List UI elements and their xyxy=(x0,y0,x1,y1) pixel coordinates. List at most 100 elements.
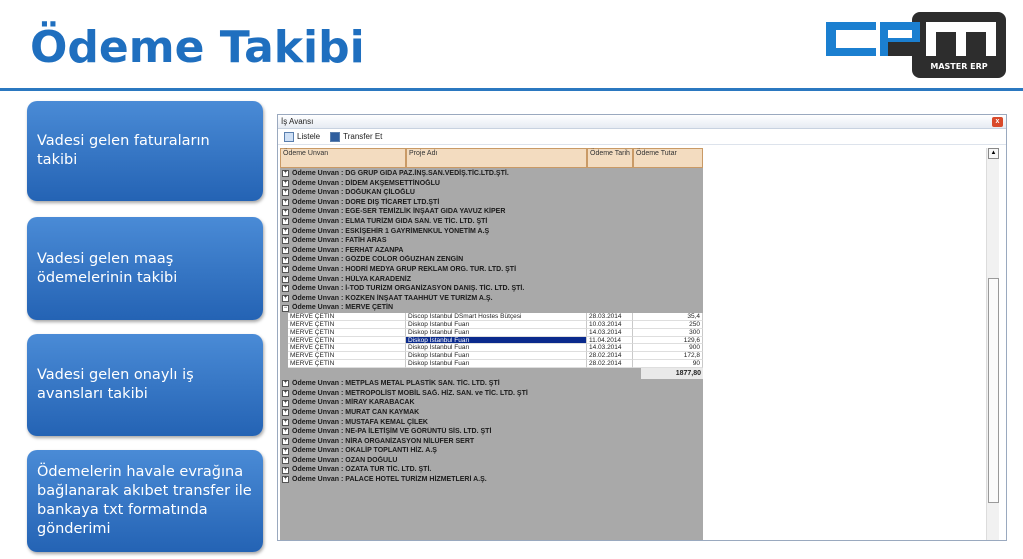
collapse-icon[interactable]: − xyxy=(282,304,289,312)
expand-icon[interactable]: + xyxy=(282,199,289,207)
feature-text: Ödemelerin havale evrağına bağlanarak ak… xyxy=(37,464,252,537)
table-cell: Diskop İstanbul Fuarı xyxy=(406,344,587,353)
expand-icon[interactable]: + xyxy=(282,438,289,445)
column-header-tarih[interactable]: Ödeme Tarih xyxy=(587,148,633,168)
group-row[interactable]: + Ödeme Unvan : HODRİ MEDYA GRUP REKLAM O… xyxy=(280,264,703,275)
column-header-tutar[interactable]: Ödeme Tutar xyxy=(633,148,703,168)
table-row[interactable]: MERVE ÇETİN Diskop İstanbul Fuarı 28.02.20… xyxy=(280,360,703,369)
column-header-unvan[interactable]: Ödeme Unvan xyxy=(280,148,406,168)
expand-icon[interactable]: + xyxy=(282,428,289,436)
table-cell: 300 xyxy=(633,328,703,337)
group-row[interactable]: + Ödeme Unvan : NİRA ORGANİZASYON NİLÜFER… xyxy=(280,436,703,447)
expand-icon[interactable]: + xyxy=(282,179,289,187)
cpm-logo: MASTER ERP xyxy=(826,12,1006,78)
group-row[interactable]: − Ödeme Unvan : MERVE ÇETİN xyxy=(280,303,703,313)
expand-icon[interactable]: + xyxy=(282,275,289,283)
feature-box-advances: Vadesi gelen onaylı iş avansları takibi xyxy=(27,334,263,436)
group-row[interactable]: + Ödeme Unvan : METPLAS METAL PLASTİK SAN… xyxy=(280,379,703,389)
group-row[interactable]: + Ödeme Unvan : HÜLYA KARADENİZ xyxy=(280,274,703,285)
group-row[interactable]: + Ödeme Unvan : İ-TOD TURİZM ORGANİZASYON… xyxy=(280,284,703,294)
expand-icon[interactable]: + xyxy=(282,189,289,197)
window-title: İş Avansı xyxy=(281,117,314,126)
group-row[interactable]: + Ödeme Unvan : METROPOLİST MOBİL SAĞ. Hİ… xyxy=(280,388,703,399)
table-row[interactable]: MERVE ÇETİN Diskop İstanbul Fuarı 14.03.20… xyxy=(280,344,703,353)
close-icon[interactable]: x xyxy=(992,117,1003,127)
list-button[interactable]: Listele xyxy=(284,131,321,142)
expand-icon[interactable]: + xyxy=(282,285,289,293)
expand-icon[interactable]: + xyxy=(282,418,289,426)
expand-icon[interactable]: + xyxy=(282,170,289,178)
group-label: Ödeme Unvan : MİRAY KARABACAK xyxy=(292,399,415,407)
group-row[interactable]: + Ödeme Unvan : FERHAT AZANPA xyxy=(280,245,703,256)
table-row[interactable]: MERVE ÇETİN Discop İstanbul DSmart Hostes… xyxy=(280,312,703,321)
expand-icon[interactable]: + xyxy=(282,399,289,407)
group-label: Ödeme Unvan : FATİH ARAS xyxy=(292,237,387,245)
group-label: Ödeme Unvan : MURAT CAN KAYMAK xyxy=(292,408,420,416)
window-toolbar: Listele Transfer Et xyxy=(278,129,1006,145)
expand-icon[interactable]: + xyxy=(282,266,289,274)
expand-icon[interactable]: + xyxy=(282,447,289,455)
group-row[interactable]: + Ödeme Unvan : MURAT CAN KAYMAK xyxy=(280,407,703,418)
expand-icon[interactable]: + xyxy=(282,457,289,465)
table-cell: Diskop İstanbul Fuarı xyxy=(406,360,587,369)
group-row[interactable]: + Ödeme Unvan : GÖZDE COLOR OĞUZHAN ZENGİ… xyxy=(280,255,703,265)
expand-icon[interactable]: + xyxy=(282,409,289,417)
table-row[interactable]: MERVE ÇETİN Diskop İstanbul Fuarı 28.02.20… xyxy=(280,352,703,361)
expand-icon[interactable]: + xyxy=(282,247,289,255)
table-cell: Diskop İstanbul Fuarı xyxy=(406,352,587,361)
group-row[interactable]: + Ödeme Unvan : OZAN DOĞULU xyxy=(280,455,703,466)
expand-icon[interactable]: + xyxy=(282,476,289,484)
expand-icon[interactable]: + xyxy=(282,227,289,235)
group-row[interactable]: + Ödeme Unvan : MUSTAFA KEMAL ÇİLEK xyxy=(280,417,703,428)
group-row[interactable]: + Ödeme Unvan : EGE-SER TEMİZLİK İNŞAAT G… xyxy=(280,207,703,217)
table-row[interactable]: MERVE ÇETİN Diskop İstanbul Fuarı 10.03.20… xyxy=(280,320,703,329)
group-label: Ödeme Unvan : GÖZDE COLOR OĞUZHAN ZENGİN xyxy=(292,256,464,264)
table-row[interactable]: MERVE ÇETİN Diskop İstanbul Fuarı 14.03.20… xyxy=(280,328,703,337)
group-row[interactable]: + Ödeme Unvan : KOZKEN İNŞAAT TAAHHÜT VE … xyxy=(280,293,703,304)
group-row[interactable]: + Ödeme Unvan : NE-PA İLETİŞİM VE GÖRÜNTÜ… xyxy=(280,427,703,437)
group-label: Ödeme Unvan : NİRA ORGANİZASYON NİLÜFER … xyxy=(292,437,475,445)
expand-icon[interactable]: + xyxy=(282,256,289,264)
group-row[interactable]: + Ödeme Unvan : FATİH ARAS xyxy=(280,236,703,246)
table-cell: 28.02.2014 xyxy=(587,352,633,361)
group-row[interactable]: + Ödeme Unvan : OKALİP TOPLANTI HİZ. A.Ş xyxy=(280,446,703,456)
feature-box-transfer: Ödemelerin havale evrağına bağlanarak ak… xyxy=(27,450,263,552)
scroll-thumb[interactable] xyxy=(988,278,999,503)
list-button-label: Listele xyxy=(297,132,321,141)
group-row[interactable]: + Ödeme Unvan : DOĞUKAN ÇİLOĞLU xyxy=(280,188,703,198)
group-label: Ödeme Unvan : HODRİ MEDYA GRUP REKLAM OR… xyxy=(292,265,517,273)
group-row[interactable]: + Ödeme Unvan : DG GRUP GIDA PAZ.İNŞ.SAN.… xyxy=(280,169,703,179)
table-cell: MERVE ÇETİN xyxy=(288,328,406,337)
grid-scrollbar[interactable]: ▲ xyxy=(986,148,999,540)
scroll-up-icon[interactable]: ▲ xyxy=(988,148,999,159)
group-row[interactable]: + Ödeme Unvan : ÖZATA TUR TİC. LTD. ŞTİ. xyxy=(280,465,703,476)
expand-icon[interactable]: + xyxy=(282,390,289,398)
table-cell: MERVE ÇETİN xyxy=(288,320,406,329)
group-row[interactable]: + Ödeme Unvan : ESKİŞEHİR 1 GAYRİMENKUL Y… xyxy=(280,226,703,237)
transfer-button[interactable]: Transfer Et xyxy=(330,131,383,142)
table-cell: 14.03.2014 xyxy=(587,344,633,353)
column-header-proje[interactable]: Proje Adı xyxy=(406,148,587,168)
expand-icon[interactable]: + xyxy=(282,466,289,474)
grid-header: Ödeme Unvan Proje Adı Ödeme Tarih Ödeme … xyxy=(280,148,703,168)
expand-icon[interactable]: + xyxy=(282,237,289,245)
table-cell: 250 xyxy=(633,320,703,329)
table-cell: 10.03.2014 xyxy=(587,320,633,329)
group-row[interactable]: + Ödeme Unvan : PALACE HOTEL TURİZM HİZME… xyxy=(280,475,703,485)
expand-icon[interactable]: + xyxy=(282,295,289,303)
expand-icon[interactable]: + xyxy=(282,218,289,226)
expand-icon[interactable]: + xyxy=(282,208,289,216)
group-total-value: 1877,80 xyxy=(641,368,703,380)
table-cell: 90 xyxy=(633,360,703,369)
expand-icon[interactable]: + xyxy=(282,380,289,388)
transfer-button-label: Transfer Et xyxy=(343,132,383,141)
group-row[interactable]: + Ödeme Unvan : DORE DIŞ TİCARET LTD.ŞTİ xyxy=(280,197,703,208)
group-row[interactable]: + Ödeme Unvan : ELMA TURİZM GIDA SAN. VE … xyxy=(280,216,703,227)
group-row[interactable]: + Ödeme Unvan : MİRAY KARABACAK xyxy=(280,398,703,408)
table-cell: 900 xyxy=(633,344,703,353)
table-cell: Diskop İstanbul Fuarı xyxy=(406,320,587,329)
logo-subtitle: MASTER ERP xyxy=(930,62,988,71)
group-row[interactable]: + Ödeme Unvan : DİDEM AKŞEMSETTİNOĞLU xyxy=(280,178,703,189)
table-cell: 35,4 xyxy=(633,312,703,321)
table-row[interactable]: MERVE ÇETİN Diskop İstanbul Fuarı 11.04.20… xyxy=(280,336,703,345)
